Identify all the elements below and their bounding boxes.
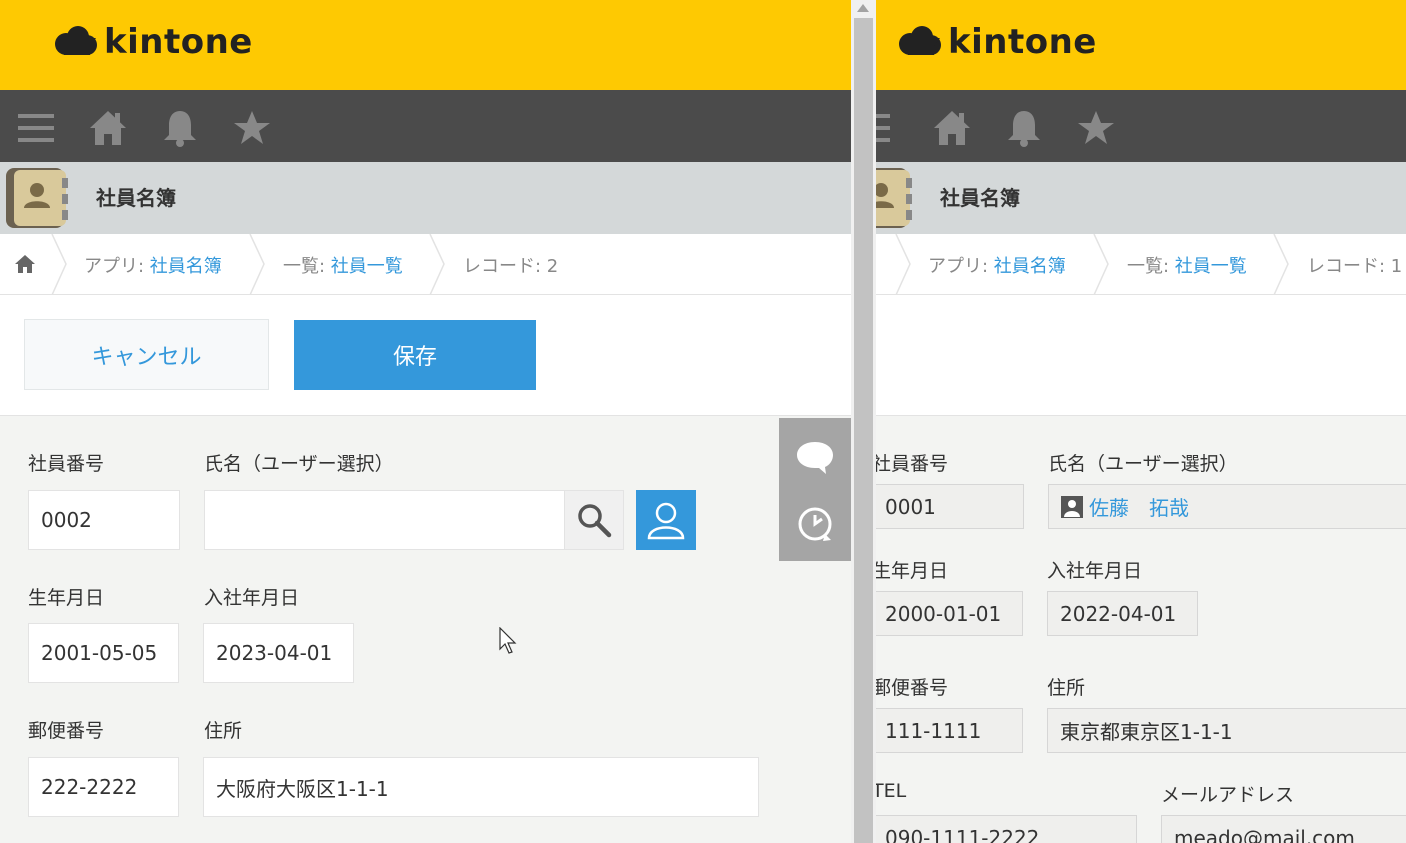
- bell-icon[interactable]: [1004, 108, 1044, 148]
- employee-no-value: 0001: [876, 484, 1024, 529]
- cloud-icon: [899, 26, 941, 55]
- tel-label: TEL: [876, 780, 907, 802]
- user-chip[interactable]: 佐藤 拓哉: [1061, 492, 1189, 521]
- home-icon[interactable]: [932, 108, 972, 148]
- menu-icon[interactable]: [16, 108, 56, 148]
- hire-date-label: 入社年月日: [204, 587, 300, 609]
- view-toolbar: [876, 295, 1406, 416]
- zip-label: 郵便番号: [876, 677, 949, 699]
- breadcrumb-app[interactable]: アプリ: 社員名簿: [928, 252, 1066, 278]
- user-select-input[interactable]: [204, 490, 565, 550]
- cloud-icon: [55, 26, 97, 55]
- zip-input[interactable]: 222-2222: [28, 757, 179, 817]
- email-value[interactable]: meado@mail.com: [1161, 815, 1406, 843]
- app-title[interactable]: 社員名簿: [940, 182, 1020, 211]
- name-label: 氏名（ユーザー選択）: [1048, 453, 1238, 475]
- home-icon[interactable]: [88, 108, 128, 148]
- employee-no-label: 社員番号: [28, 453, 105, 475]
- header: kintone: [0, 0, 851, 90]
- breadcrumb-separator: [249, 234, 265, 295]
- left-pane: kintone 社員名簿 アプリ: 社員名簿 一覧: 社員一覧 レコード: 2 …: [0, 0, 851, 843]
- kintone-logo[interactable]: kintone: [52, 22, 253, 62]
- address-book-icon[interactable]: [876, 166, 914, 230]
- birth-date-label: 生年月日: [28, 587, 105, 609]
- comment-icon[interactable]: [795, 436, 835, 476]
- breadcrumb: アプリ: 社員名簿 一覧: 社員一覧 レコード: 2: [0, 234, 851, 295]
- address-value: 東京都東京区1-1-1: [1047, 708, 1406, 753]
- menu-icon[interactable]: [876, 108, 892, 148]
- hire-date-value: 2022-04-01: [1047, 591, 1198, 636]
- side-panel: [779, 418, 851, 561]
- global-nav: [0, 90, 851, 162]
- star-icon[interactable]: [1076, 108, 1116, 148]
- hire-date-input[interactable]: 2023-04-01: [203, 623, 354, 683]
- user-value[interactable]: 佐藤 拓哉: [1048, 484, 1406, 529]
- global-nav: [876, 90, 1406, 162]
- breadcrumb-separator: [1273, 234, 1289, 295]
- user-picker-button[interactable]: [636, 490, 696, 550]
- bell-icon[interactable]: [160, 108, 200, 148]
- breadcrumb-separator: [51, 234, 67, 295]
- address-label: 住所: [1047, 677, 1086, 699]
- breadcrumb-separator: [895, 234, 911, 295]
- search-icon: [578, 504, 612, 538]
- address-label: 住所: [204, 720, 243, 742]
- star-icon[interactable]: [232, 108, 272, 148]
- user-icon: [647, 502, 685, 540]
- home-icon[interactable]: [14, 254, 36, 274]
- address-book-icon[interactable]: [4, 166, 70, 230]
- breadcrumb-view[interactable]: 一覧: 社員一覧: [283, 252, 403, 278]
- email-label: メールアドレス: [1161, 784, 1295, 806]
- birth-date-input[interactable]: 2001-05-05: [28, 623, 179, 683]
- pane-splitter[interactable]: [851, 0, 876, 843]
- breadcrumb-record: レコード: 2: [463, 256, 559, 277]
- right-pane: kintone 社員名簿 アプリ: 社員名簿 一覧: 社員一覧 レコード: 1 …: [876, 0, 1406, 843]
- employee-no-label: 社員番号: [876, 453, 949, 475]
- app-header: 社員名簿: [876, 162, 1406, 234]
- birth-date-value: 2000-01-01: [876, 591, 1023, 636]
- mouse-cursor-icon: [499, 627, 517, 654]
- breadcrumb-separator: [1093, 234, 1109, 295]
- employee-no-input[interactable]: 0002: [28, 490, 180, 550]
- birth-date-label: 生年月日: [876, 560, 949, 582]
- name-label: 氏名（ユーザー選択）: [204, 453, 394, 475]
- kintone-logo[interactable]: kintone: [896, 22, 1097, 62]
- breadcrumb: アプリ: 社員名簿 一覧: 社員一覧 レコード: 1: [876, 234, 1406, 295]
- zip-label: 郵便番号: [28, 720, 105, 742]
- save-button[interactable]: 保存: [294, 320, 536, 390]
- breadcrumb-app[interactable]: アプリ: 社員名簿: [84, 252, 222, 278]
- scrollbar-thumb[interactable]: [854, 18, 873, 843]
- breadcrumb-record: レコード: 1: [1307, 256, 1403, 277]
- scroll-up-arrow-icon[interactable]: [857, 4, 869, 12]
- app-title[interactable]: 社員名簿: [96, 182, 176, 211]
- avatar-icon: [1061, 495, 1083, 518]
- history-icon[interactable]: [795, 504, 835, 544]
- tel-value: 090-1111-2222: [876, 815, 1137, 843]
- breadcrumb-separator: [429, 234, 445, 295]
- address-input[interactable]: 大阪府大阪区1-1-1: [203, 757, 759, 817]
- logo-text: kintone: [948, 22, 1097, 62]
- header: kintone: [876, 0, 1406, 90]
- breadcrumb-view[interactable]: 一覧: 社員一覧: [1127, 252, 1247, 278]
- edit-toolbar: キャンセル 保存: [0, 295, 851, 416]
- user-search-button[interactable]: [564, 490, 624, 550]
- user-name[interactable]: 佐藤 拓哉: [1089, 492, 1189, 521]
- app-header: 社員名簿: [0, 162, 851, 234]
- hire-date-label: 入社年月日: [1047, 560, 1143, 582]
- logo-text: kintone: [104, 22, 253, 62]
- cancel-button[interactable]: キャンセル: [24, 319, 269, 390]
- zip-value: 111-1111: [876, 708, 1023, 753]
